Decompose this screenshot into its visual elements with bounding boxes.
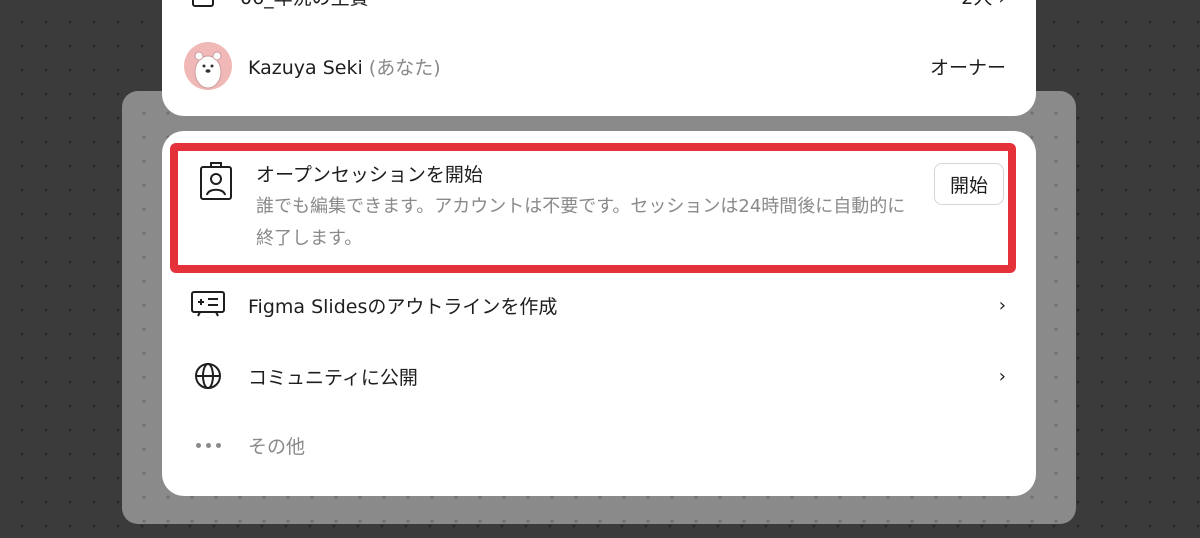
- chevron-right-icon: ›: [998, 365, 1006, 387]
- badge-person-icon: [200, 162, 232, 200]
- member-row-owner[interactable]: Kazuya Seki (あなた) オーナー: [184, 40, 1006, 92]
- session-title: オープンセッションを開始: [256, 164, 483, 186]
- open-session-row[interactable]: オープンセッションを開始 誰でも編集できます。アカウントは不要です。セッションは…: [198, 161, 1006, 255]
- you-label: (あなた): [368, 56, 441, 79]
- members-panel: 06_年況の主賓 2人 › Kazuya Seki (あなた) オーナー: [162, 0, 1036, 116]
- bear-avatar-icon: [194, 51, 222, 89]
- avatar: [184, 42, 232, 90]
- session-text: オープンセッションを開始 誰でも編集できます。アカウントは不要です。セッションは…: [256, 161, 916, 255]
- share-options-panel: オープンセッションを開始 誰でも編集できます。アカウントは不要です。セッションは…: [162, 131, 1036, 496]
- publish-community-label: コミュニティに公開: [248, 366, 418, 389]
- globe-icon: [190, 360, 226, 392]
- publish-community-row[interactable]: コミュニティに公開 ›: [190, 356, 1006, 396]
- member-row-partial[interactable]: 06_年況の主賓 2人 ›: [184, 0, 1006, 16]
- more-label: その他: [248, 435, 306, 458]
- start-session-button[interactable]: 開始: [934, 163, 1004, 205]
- owner-role: オーナー: [929, 56, 1006, 79]
- session-description: 誰でも編集できます。アカウントは不要です。セッションは24時間後に自動的に終了し…: [256, 196, 906, 249]
- chevron-right-icon: ›: [998, 294, 1006, 316]
- owner-name: Kazuya Seki (あなた): [248, 53, 441, 80]
- slides-outline-label: Figma Slidesのアウトラインを作成: [248, 295, 558, 318]
- member-label: 06_年況の主賓: [240, 0, 369, 10]
- member-count: 2人 ›: [961, 0, 1006, 10]
- presentation-icon: [190, 289, 226, 321]
- owner-name-text: Kazuya Seki: [248, 56, 363, 79]
- slides-outline-row[interactable]: Figma Slidesのアウトラインを作成 ›: [190, 285, 1006, 325]
- more-row[interactable]: その他: [190, 425, 1006, 465]
- group-icon: [192, 0, 214, 7]
- more-dots-icon: [190, 429, 226, 461]
